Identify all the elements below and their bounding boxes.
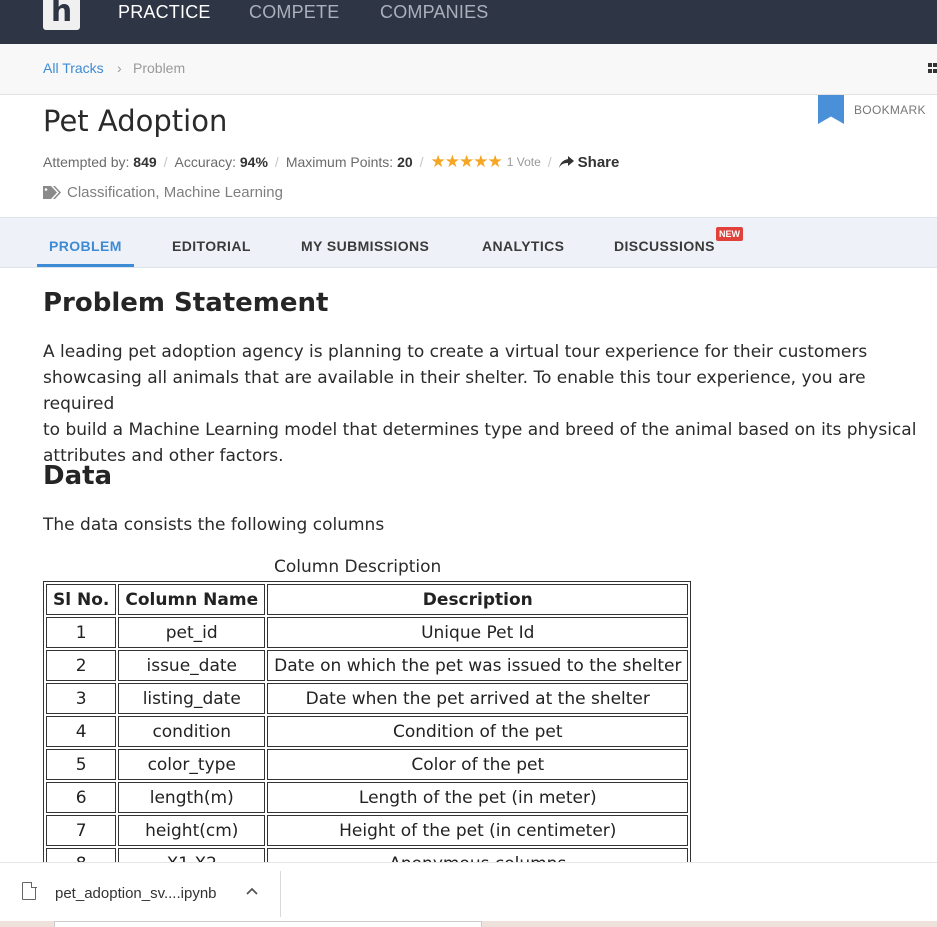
share-icon (558, 156, 574, 168)
table-header: Sl No. (46, 584, 117, 615)
hackerearth-logo[interactable]: h (43, 0, 80, 30)
statement-line: attributes and other factors. (43, 446, 284, 466)
problem-statement-text: A leading pet adoption agency is plannin… (43, 339, 928, 469)
statement-line: to build a Machine Learning model that d… (43, 420, 917, 440)
statement-line: showcasing all animals that are availabl… (43, 368, 866, 414)
table-cell: 5 (46, 749, 117, 780)
table-cell: Length of the pet (in meter) (267, 782, 689, 813)
table-cell: color_type (118, 749, 266, 780)
table-cell: Condition of the pet (267, 716, 689, 747)
table-cell: pet_id (118, 617, 266, 648)
rating-stars[interactable]: ★★★★★ (431, 152, 503, 172)
table-cell: issue_date (118, 650, 266, 681)
table-row: 6 length(m) Length of the pet (in meter) (46, 782, 689, 813)
tag-icon (43, 186, 61, 199)
table-row: 2 issue_date Date on which the pet was iss… (46, 650, 689, 681)
statement-line: A leading pet adoption agency is plannin… (43, 342, 868, 362)
table-cell: Color of the pet (267, 749, 689, 780)
divider (280, 871, 281, 917)
tab-my-submissions[interactable]: MY SUBMISSIONS (301, 238, 429, 254)
breadcrumb-separator: › (117, 60, 122, 76)
tab-bar: PROBLEM EDITORIAL MY SUBMISSIONS ANALYTI… (0, 217, 937, 268)
tab-problem[interactable]: PROBLEM (49, 238, 122, 254)
share-button[interactable]: Share (558, 153, 620, 171)
breadcrumb: All Tracks › Problem (0, 44, 937, 95)
taskbar-item (54, 921, 482, 927)
tags-list[interactable]: Classification, Machine Learning (67, 184, 283, 201)
table-cell: height(cm) (118, 815, 266, 846)
problem-statement-heading: Problem Statement (43, 288, 329, 318)
attempted-label: Attempted by: (43, 154, 130, 170)
breadcrumb-current: Problem (133, 60, 186, 76)
nav-practice[interactable]: PRACTICE (118, 2, 211, 23)
table-cell: 6 (46, 782, 117, 813)
accuracy-value: 94% (239, 154, 268, 170)
download-bar: pet_adoption_sv....ipynb (0, 862, 937, 927)
table-cell: Date when the pet arrived at the shelter (267, 683, 689, 714)
data-intro: The data consists the following columns (43, 515, 385, 535)
nav-companies[interactable]: COMPANIES (380, 2, 488, 23)
grid-icon[interactable] (928, 63, 937, 74)
active-tab-indicator (37, 264, 134, 267)
table-cell: condition (118, 716, 266, 747)
table-cell: 4 (46, 716, 117, 747)
bookmark-button[interactable]: BOOKMARK (854, 103, 926, 117)
page-title: Pet Adoption (43, 104, 228, 138)
attempted-value: 849 (133, 154, 157, 170)
table-header: Description (267, 584, 689, 615)
data-heading: Data (43, 461, 113, 491)
file-icon (22, 881, 37, 900)
table-cell: 2 (46, 650, 117, 681)
share-label: Share (577, 153, 620, 171)
table-cell: 3 (46, 683, 117, 714)
table-row: 7 height(cm) Height of the pet (in centime… (46, 815, 689, 846)
table-cell: length(m) (118, 782, 266, 813)
top-nav: h PRACTICE COMPETE COMPANIES (0, 0, 937, 44)
table-cell: listing_date (118, 683, 266, 714)
table-row: 1 pet_id Unique Pet Id (46, 617, 689, 648)
breadcrumb-all-tracks[interactable]: All Tracks (43, 60, 104, 76)
table-cell: 1 (46, 617, 117, 648)
table-row: 4 condition Condition of the pet (46, 716, 689, 747)
max-points-value: 20 (397, 154, 413, 170)
nav-compete[interactable]: COMPETE (249, 2, 339, 23)
table-header: Column Name (118, 584, 266, 615)
tags: Classification, Machine Learning (43, 184, 283, 201)
tab-discussions[interactable]: DISCUSSIONS (614, 238, 715, 254)
bookmark-icon[interactable] (818, 95, 844, 124)
problem-meta: Attempted by: 849 / Accuracy: 94% / Maxi… (43, 152, 620, 172)
table-cell: Unique Pet Id (267, 617, 689, 648)
table-cell: Height of the pet (in centimeter) (267, 815, 689, 846)
table-caption: Column Description (274, 557, 442, 577)
chevron-up-icon[interactable] (246, 887, 258, 895)
table-header-row: Sl No. Column Name Description (46, 584, 689, 615)
table-row: 5 color_type Color of the pet (46, 749, 689, 780)
table-cell: 7 (46, 815, 117, 846)
table-row: 3 listing_date Date when the pet arrived a… (46, 683, 689, 714)
accuracy-label: Accuracy: (174, 154, 236, 170)
vote-count: 1 Vote (506, 155, 541, 169)
tab-analytics[interactable]: ANALYTICS (482, 238, 564, 254)
new-badge: NEW (716, 227, 743, 241)
tab-editorial[interactable]: EDITORIAL (172, 238, 251, 254)
table-cell: Date on which the pet was issued to the … (267, 650, 689, 681)
max-points-label: Maximum Points: (285, 154, 394, 170)
download-filename[interactable]: pet_adoption_sv....ipynb (55, 885, 217, 902)
column-description-table: Sl No. Column Name Description 1 pet_id Un… (43, 581, 692, 882)
